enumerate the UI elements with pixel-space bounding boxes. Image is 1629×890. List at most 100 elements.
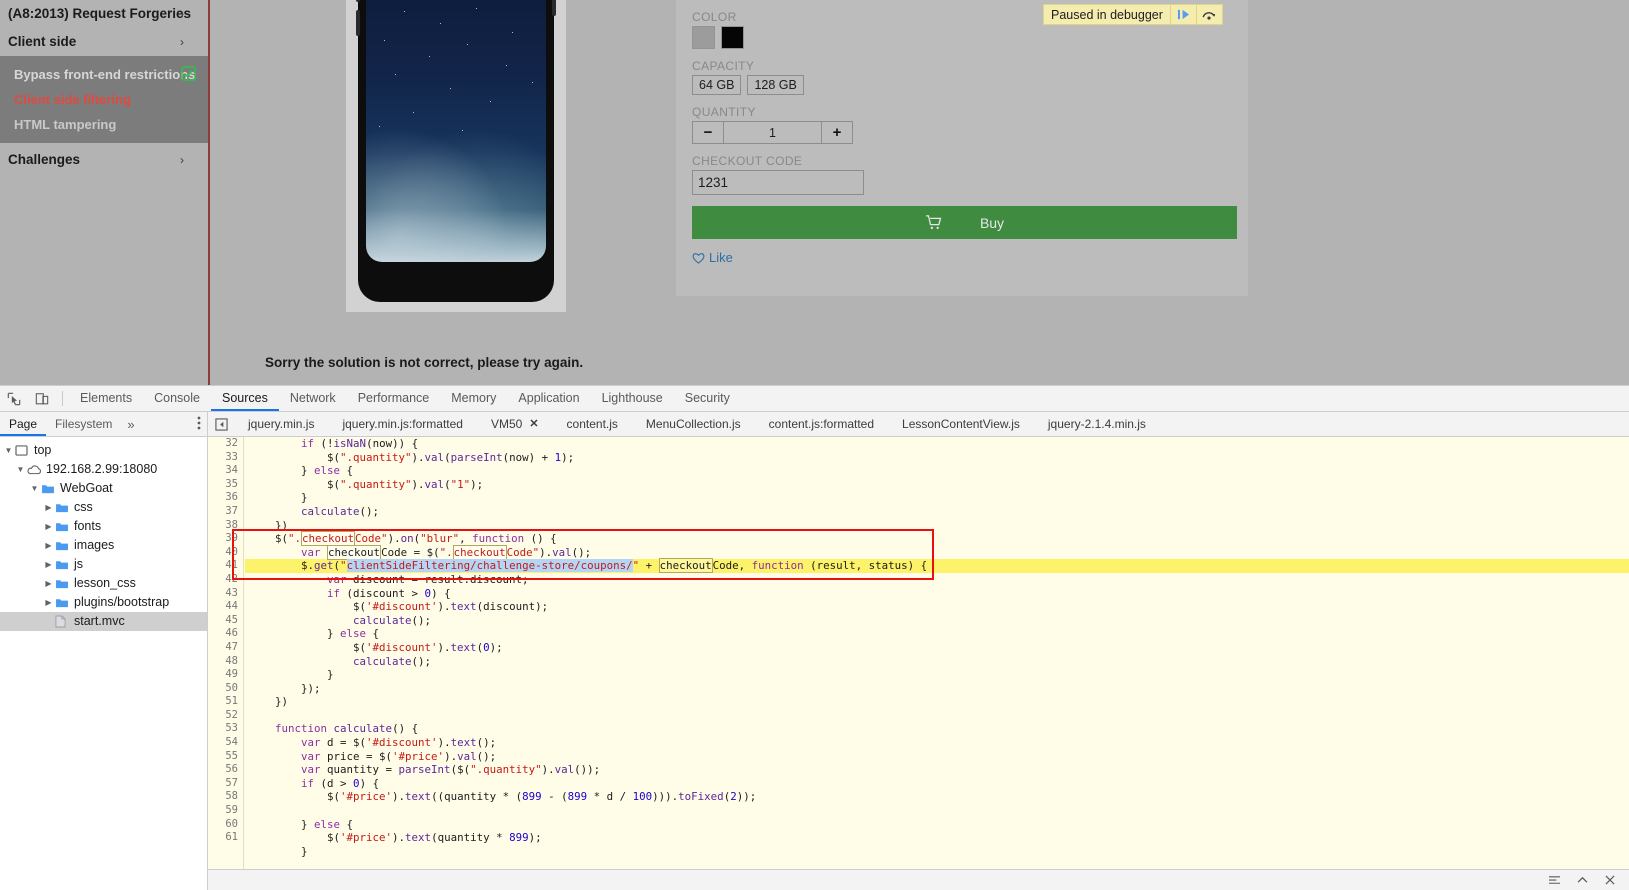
line-number: 54: [225, 736, 238, 749]
phone-button-icon: [356, 0, 360, 2]
show-navigator-icon[interactable]: [208, 412, 234, 436]
code-line: $('#price').text((quantity * (899 - (899…: [249, 790, 757, 804]
tree-item-host[interactable]: ▼ 192.168.2.99:18080: [0, 460, 207, 479]
tab-sources[interactable]: Sources: [210, 386, 279, 411]
tab-application[interactable]: Application: [507, 386, 590, 411]
kebab-menu-icon[interactable]: [197, 416, 201, 430]
submenu-item-client-side-filtering[interactable]: Client side filtering: [0, 87, 208, 112]
twisty-icon[interactable]: ▼: [14, 460, 27, 479]
chevron-up-icon[interactable]: [1573, 872, 1591, 888]
color-swatch-black[interactable]: [721, 26, 744, 49]
page-file-tree: ▼ top ▼ 192.168.2.99:18080 ▼ WebGoat ▶ c…: [0, 437, 207, 631]
code-line: var price = $('#price').val();: [301, 749, 497, 763]
line-number: 44: [225, 600, 238, 613]
code-editor[interactable]: 32 33 34 35 36 37 38 39 40 41 42 43 44 4…: [208, 437, 1629, 869]
menu-item-request-forgeries[interactable]: (A8:2013) Request Forgeries ›: [0, 0, 208, 28]
tree-item-label: lesson_css: [74, 576, 136, 590]
editor-tab-jquery-min-js[interactable]: jquery.min.js: [234, 412, 328, 436]
buy-button[interactable]: Buy: [692, 206, 1237, 239]
tree-item-webgoat[interactable]: ▼ WebGoat: [0, 479, 207, 498]
tab-network[interactable]: Network: [279, 386, 347, 411]
step-over-icon[interactable]: [1195, 5, 1222, 24]
tab-lighthouse[interactable]: Lighthouse: [591, 386, 674, 411]
submenu-item-label: Bypass front-end restrictions: [14, 67, 196, 82]
tree-item-images[interactable]: ▶ images: [0, 536, 207, 555]
tree-item-label: css: [74, 500, 93, 514]
paused-in-debugger-label: Paused in debugger: [1051, 7, 1163, 22]
line-number: 37: [225, 504, 238, 517]
tree-item-label: WebGoat: [60, 481, 113, 495]
quantity-increment-button[interactable]: +: [821, 121, 853, 144]
close-icon[interactable]: ✕: [529, 412, 538, 436]
tab-elements[interactable]: Elements: [69, 386, 143, 411]
like-link[interactable]: Like: [692, 250, 1237, 265]
close-drawer-icon[interactable]: [1601, 872, 1619, 888]
line-number: 35: [225, 477, 238, 490]
twisty-icon[interactable]: ▶: [42, 593, 55, 612]
line-number: 42: [225, 572, 238, 585]
line-number: 51: [225, 695, 238, 708]
lesson-content-area: US $899 COLOR CAPACITY 64 GB 128 GB QUAN…: [208, 0, 1629, 402]
twisty-icon[interactable]: ▶: [42, 498, 55, 517]
tree-item-js[interactable]: ▶ js: [0, 555, 207, 574]
editor-tab-menucollection-js[interactable]: MenuCollection.js: [632, 412, 755, 436]
editor-tab-content-js-formatted[interactable]: content.js:formatted: [755, 412, 888, 436]
navigator-tab-filesystem[interactable]: Filesystem: [46, 412, 121, 436]
inspect-element-icon[interactable]: [0, 386, 28, 411]
editor-tab-vm50[interactable]: VM50 ✕: [477, 412, 553, 436]
quantity-decrement-button[interactable]: −: [692, 121, 724, 144]
checkout-code-input[interactable]: [692, 170, 864, 195]
twisty-icon[interactable]: ▶: [42, 536, 55, 555]
tab-performance[interactable]: Performance: [347, 386, 441, 411]
line-number: 59: [225, 804, 238, 817]
navigator-more-tabs-icon[interactable]: »: [121, 417, 140, 432]
tab-memory[interactable]: Memory: [440, 386, 507, 411]
twisty-icon[interactable]: ▼: [28, 479, 41, 498]
code-line: $('#discount').text(discount);: [249, 600, 549, 614]
tree-item-top[interactable]: ▼ top: [0, 441, 207, 460]
capacity-option-64gb[interactable]: 64 GB: [692, 75, 742, 95]
tab-console[interactable]: Console: [143, 386, 211, 411]
menu-item-client-side[interactable]: Client side ›: [0, 28, 208, 56]
line-number: 61: [225, 831, 238, 844]
color-swatch-grey[interactable]: [692, 26, 715, 49]
code-line: var discount = result.discount;: [327, 572, 529, 586]
twisty-icon[interactable]: ▶: [42, 555, 55, 574]
twisty-icon[interactable]: ▶: [42, 574, 55, 593]
twisty-icon[interactable]: ▶: [42, 517, 55, 536]
line-number: 43: [225, 586, 238, 599]
line-number: 36: [225, 491, 238, 504]
tab-security[interactable]: Security: [674, 386, 741, 411]
tree-item-start-mvc[interactable]: start.mvc: [0, 612, 207, 631]
folder-icon: [55, 559, 70, 570]
tree-item-fonts[interactable]: ▶ fonts: [0, 517, 207, 536]
twisty-icon[interactable]: ▼: [2, 441, 15, 460]
device-toolbar-icon[interactable]: [28, 386, 56, 411]
menu-item-label: Challenges: [8, 152, 81, 167]
navigator-tab-page[interactable]: Page: [0, 412, 47, 436]
editor-tab-jquery-2-1-4-min-js[interactable]: jquery-2.1.4.min.js: [1034, 412, 1160, 436]
submenu-item-html-tampering[interactable]: HTML tampering: [0, 112, 208, 137]
tree-item-label: start.mvc: [74, 614, 125, 628]
editor-tab-label: MenuCollection.js: [645, 417, 741, 431]
toolbar-divider: [62, 391, 63, 406]
buy-button-label: Buy: [979, 214, 1005, 231]
tree-item-plugins-bootstrap[interactable]: ▶ plugins/bootstrap: [0, 593, 207, 612]
code-content[interactable]: if (!isNaN(now)) { $(".quantity").val(pa…: [245, 437, 1629, 869]
folder-icon: [55, 540, 70, 551]
menu-item-challenges[interactable]: Challenges ›: [0, 146, 208, 174]
submenu-item-bypass-front-end-restrictions[interactable]: Bypass front-end restrictions: [0, 62, 208, 87]
tree-item-lesson-css[interactable]: ▶ lesson_css: [0, 574, 207, 593]
format-code-icon[interactable]: [1545, 872, 1563, 888]
editor-tab-content-js[interactable]: content.js: [553, 412, 632, 436]
quantity-input[interactable]: [724, 121, 821, 144]
code-line: $('#discount').text(0);: [249, 640, 503, 654]
editor-tab-lessoncontentview-js[interactable]: LessonContentView.js: [888, 412, 1034, 436]
editor-tab-jquery-min-js-formatted[interactable]: jquery.min.js:formatted: [328, 412, 477, 436]
capacity-option-128gb[interactable]: 128 GB: [747, 75, 804, 95]
resume-script-icon[interactable]: [1169, 5, 1196, 24]
folder-icon: [55, 521, 70, 532]
lesson-error-message: Sorry the solution is not correct, pleas…: [265, 355, 584, 370]
chevron-right-icon: ›: [180, 7, 184, 21]
tree-item-css[interactable]: ▶ css: [0, 498, 207, 517]
